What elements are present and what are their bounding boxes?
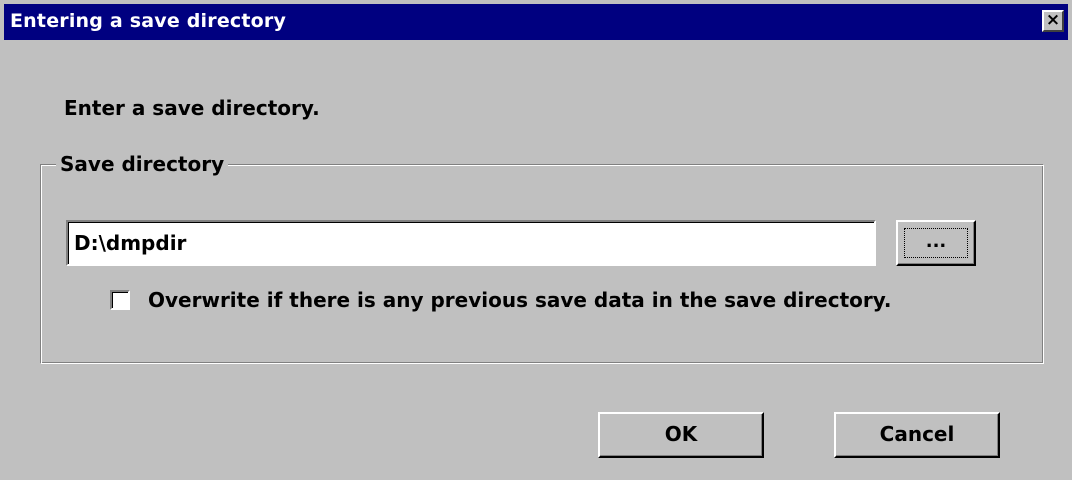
prompt-text: Enter a save directory. <box>64 96 320 120</box>
save-directory-input[interactable] <box>66 220 876 266</box>
window-title: Entering a save directory <box>10 10 287 32</box>
save-directory-legend: Save directory <box>56 152 229 176</box>
dialog-window: Entering a save directory × Enter a save… <box>0 0 1072 480</box>
close-icon: × <box>1045 10 1061 30</box>
browse-button[interactable]: ... <box>896 220 976 266</box>
overwrite-checkbox[interactable] <box>110 290 130 310</box>
browse-button-label: ... <box>904 228 968 258</box>
overwrite-checkbox-label[interactable]: Overwrite if there is any previous save … <box>148 288 892 312</box>
cancel-button[interactable]: Cancel <box>834 412 1000 458</box>
ok-button[interactable]: OK <box>598 412 764 458</box>
close-button[interactable]: × <box>1042 10 1064 32</box>
title-bar: Entering a save directory × <box>4 4 1068 40</box>
